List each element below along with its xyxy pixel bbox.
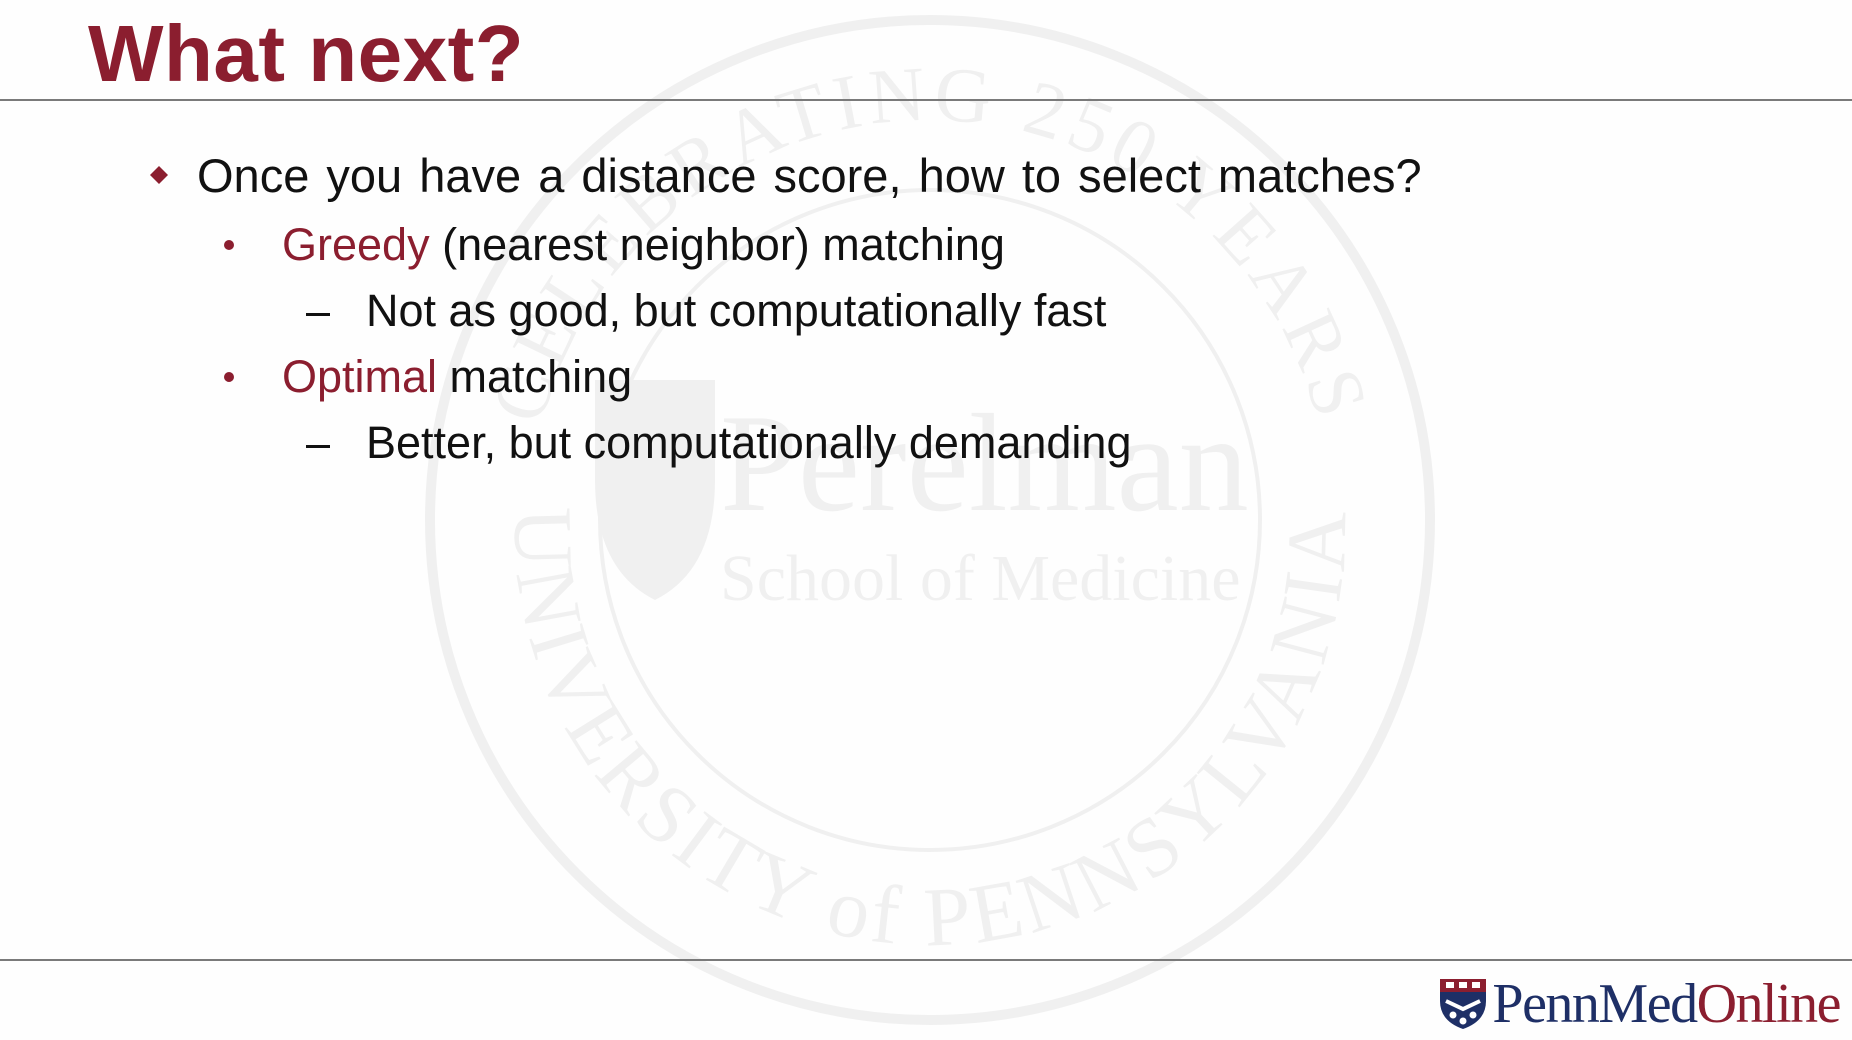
dash-icon (306, 445, 330, 448)
dot-icon (224, 240, 234, 250)
logo-text-pennmed: PennMed (1492, 973, 1698, 1035)
sub-bullet-optimal-text: Better, but computationally demanding (366, 417, 1132, 468)
penn-shield-icon (1440, 979, 1487, 1029)
diamond-icon (150, 166, 168, 184)
svg-text:UNIVERSITY of PENNSYLVANIA: UNIVERSITY of PENNSYLVANIA (495, 506, 1364, 965)
logo-text-online: Online (1696, 973, 1842, 1035)
bullet-greedy: Greedy (nearest neighbor) matching (282, 218, 1005, 272)
pennmedonline-logo: PennMedOnline (1438, 973, 1842, 1035)
footer-divider (0, 959, 1852, 961)
title-divider (0, 99, 1852, 101)
bullet-optimal: Optimal matching (282, 350, 632, 404)
dash-icon (306, 313, 330, 316)
bullet-optimal-text: matching (437, 351, 633, 402)
logo-wordmark: PennMedOnline (1492, 973, 1842, 1035)
slide: CELEBRATING 250 YEARS UNIVERSITY of PENN… (0, 0, 1852, 1040)
slide-title: What next? (88, 9, 525, 98)
seal-subtitle-text: School of Medicine (720, 542, 1241, 615)
bullet-level1-text: Once you have a distance score, how to s… (197, 149, 1422, 202)
sub-bullet-greedy-text: Not as good, but computationally fast (366, 285, 1107, 336)
seal-ring-bottom-text: UNIVERSITY of PENNSYLVANIA (495, 506, 1360, 965)
bullet-highlight-greedy: Greedy (282, 219, 430, 270)
dot-icon (224, 372, 234, 382)
bullet-highlight-optimal: Optimal (282, 351, 438, 402)
bullet-greedy-text: (nearest neighbor) matching (429, 219, 1005, 270)
